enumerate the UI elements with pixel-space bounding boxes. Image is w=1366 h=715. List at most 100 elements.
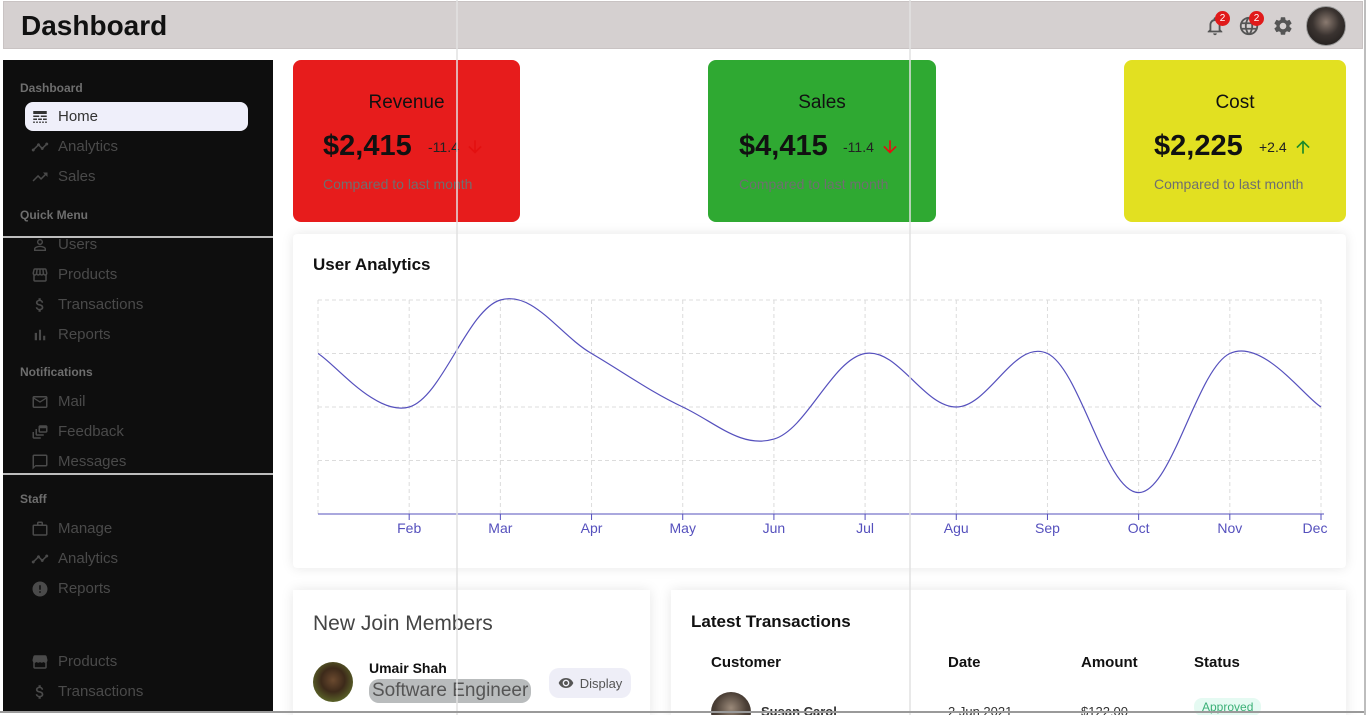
x-tick-label: Oct	[1128, 520, 1150, 536]
trending-up-icon	[32, 172, 48, 181]
sidebar-item-staff-analytics[interactable]: Analytics	[25, 544, 248, 573]
sidebar-item-label: Feedback	[58, 423, 124, 440]
x-tick-label: Dec	[1303, 520, 1328, 536]
member-name: Umair Shah	[369, 660, 447, 676]
transaction-amount: $122.00	[1081, 704, 1128, 715]
sidebar-section-dashboard: Dashboard	[20, 81, 83, 95]
widget-title: New Join Members	[313, 612, 493, 635]
card-title: Revenue	[368, 92, 445, 113]
card-rate: -11.4	[843, 137, 900, 157]
sidebar-item-users[interactable]: Users	[25, 230, 248, 259]
arrow-down-icon	[883, 140, 897, 154]
dynamic-feed-icon	[32, 424, 48, 439]
sidebar-item-products[interactable]: Products	[25, 260, 248, 289]
series-line	[317, 298, 1322, 494]
chat-bubble-icon	[32, 454, 48, 469]
settings-icon	[1274, 17, 1292, 35]
card-subtitle: Compared to last month	[323, 176, 473, 192]
cost-card: Cost $2,225 +2.4 Compared to last month	[1124, 60, 1346, 222]
transaction-date: 2 Jun 2021	[948, 704, 1013, 715]
sidebar-item-staff-transactions[interactable]: Transactions	[25, 677, 248, 706]
chart-canvas: Feb Mar Apr May Jun Jul Agu Sep Oct Nov Dec	[317, 298, 1328, 536]
sidebar-item-home[interactable]: Home	[25, 102, 248, 131]
language-badge: 2	[1249, 11, 1264, 26]
person-icon	[34, 238, 46, 251]
sidebar-item-label: Manage	[58, 520, 113, 537]
card-money: $4,415	[739, 130, 828, 162]
x-tick-label: Nov	[1217, 520, 1242, 536]
x-tick-label: Agu	[944, 520, 969, 536]
storefront-icon	[32, 654, 48, 669]
card-rate-value: +2.4	[1259, 139, 1287, 155]
card-rate: +2.4	[1259, 137, 1313, 157]
user-avatar[interactable]	[1306, 6, 1346, 46]
x-tick-label: May	[670, 520, 696, 536]
new-members-widget: New Join Members Umair Shah Software Eng…	[293, 590, 650, 715]
sidebar-item-staff-reports[interactable]: Reports	[25, 574, 248, 603]
topbar: Dashboard 2 2	[3, 1, 1363, 49]
sidebar-item-mail[interactable]: Mail	[25, 387, 248, 416]
widget-title: Latest Transactions	[691, 612, 851, 631]
card-subtitle: Compared to last month	[1154, 176, 1304, 192]
x-tick-label: Feb	[397, 520, 421, 536]
bar-chart-icon	[34, 329, 46, 340]
header-amount: Amount	[1081, 654, 1138, 671]
settings-button[interactable]	[1266, 6, 1300, 46]
arrow-down-icon	[468, 140, 482, 154]
x-tick-label: Apr	[581, 520, 603, 536]
revenue-card: Revenue $2,415 -11.4 Compared to last mo…	[293, 60, 520, 222]
sidebar-item-label: Products	[58, 653, 118, 670]
app-logo[interactable]: Dashboard	[21, 10, 167, 42]
sidebar: Dashboard Home Analytics Sales Quick Men…	[3, 60, 273, 712]
timeline-icon	[31, 554, 49, 563]
x-tick-label: Jul	[856, 520, 874, 536]
sidebar-item-label: Products	[58, 266, 118, 283]
sidebar-item-label: Mail	[58, 393, 86, 410]
sidebar-item-label: Sales	[58, 168, 96, 185]
header-customer: Customer	[711, 654, 782, 671]
display-button[interactable]: Display	[549, 668, 631, 698]
sidebar-item-label: Transactions	[58, 296, 144, 313]
header-date: Date	[948, 654, 981, 671]
sidebar-item-label: Messages	[58, 453, 127, 470]
member-job: Software Engineer	[369, 679, 532, 703]
card-money: $2,415	[323, 130, 412, 162]
notifications-button[interactable]: 2	[1198, 6, 1232, 46]
sidebar-item-label: Analytics	[58, 550, 119, 567]
notification-badge: 2	[1215, 11, 1230, 26]
storefront-icon	[32, 267, 48, 282]
dollar-icon	[35, 297, 44, 312]
sidebar-item-transactions[interactable]: Transactions	[25, 290, 248, 319]
guide-line	[909, 0, 911, 715]
dollar-icon	[35, 684, 44, 699]
user-analytics-chart: User Analytics Feb Mar Apr May Jun Jul Agu Sep O…	[293, 234, 1346, 568]
work-icon	[32, 521, 48, 536]
sidebar-item-label: Home	[58, 108, 99, 125]
language-button[interactable]: 2	[1232, 6, 1266, 46]
member-item: Umair Shah Software Engineer Display	[313, 660, 633, 706]
sidebar-divider	[3, 473, 273, 475]
sidebar-item-manage[interactable]: Manage	[25, 514, 248, 543]
sidebar-item-feedback[interactable]: Feedback	[25, 417, 248, 446]
sidebar-item-label: Reports	[58, 326, 111, 343]
sidebar-item-label: Reports	[58, 580, 111, 597]
eye-icon	[558, 678, 574, 688]
card-title: Sales	[798, 92, 846, 113]
header-status: Status	[1194, 654, 1240, 671]
sidebar-item-analytics[interactable]: Analytics	[25, 132, 248, 161]
sidebar-item-reports[interactable]: Reports	[25, 320, 248, 349]
sidebar-section-quick-menu: Quick Menu	[20, 208, 89, 222]
x-tick-label: Sep	[1035, 520, 1060, 536]
sidebar-item-label: Users	[58, 236, 98, 253]
sidebar-section-notifications: Notifications	[20, 365, 93, 379]
sidebar-item-label: Transactions	[58, 683, 144, 700]
mail-icon	[32, 395, 48, 408]
guide-line	[456, 0, 458, 715]
card-rate-value: -11.4	[428, 139, 459, 155]
display-button-label: Display	[579, 675, 623, 691]
sidebar-item-messages[interactable]: Messages	[25, 447, 248, 476]
bottom-border	[0, 711, 1366, 713]
line-style-icon	[33, 110, 47, 123]
sidebar-item-staff-products[interactable]: Products	[25, 647, 248, 676]
sidebar-item-sales[interactable]: Sales	[25, 162, 248, 191]
